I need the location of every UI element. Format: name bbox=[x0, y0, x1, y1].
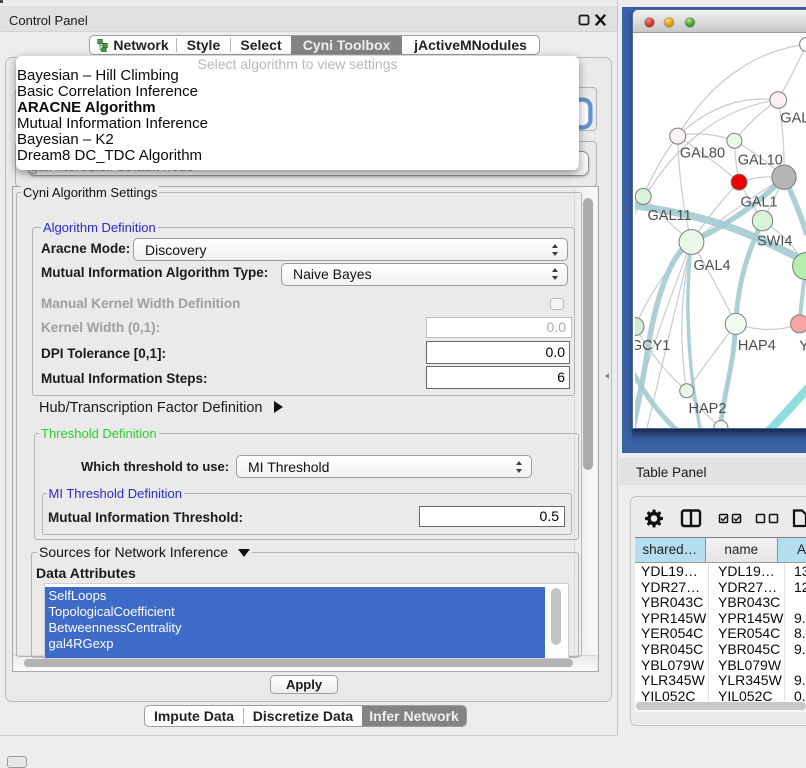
svg-text:GAL10: GAL10 bbox=[738, 153, 783, 169]
svg-text:GAL80: GAL80 bbox=[680, 146, 725, 162]
svg-text:HAP4: HAP4 bbox=[738, 338, 776, 354]
svg-text:GCY1: GCY1 bbox=[635, 338, 670, 354]
svg-text:GAL2: GAL2 bbox=[780, 111, 806, 127]
svg-text:SWI4: SWI4 bbox=[757, 234, 792, 250]
svg-text:GAL4: GAL4 bbox=[694, 258, 731, 274]
svg-text:GAL11: GAL11 bbox=[648, 208, 692, 224]
svg-text:HAP2: HAP2 bbox=[689, 401, 727, 417]
svg-text:GAL1: GAL1 bbox=[741, 195, 778, 211]
svg-text:YJR048W: YJR048W bbox=[799, 339, 806, 355]
